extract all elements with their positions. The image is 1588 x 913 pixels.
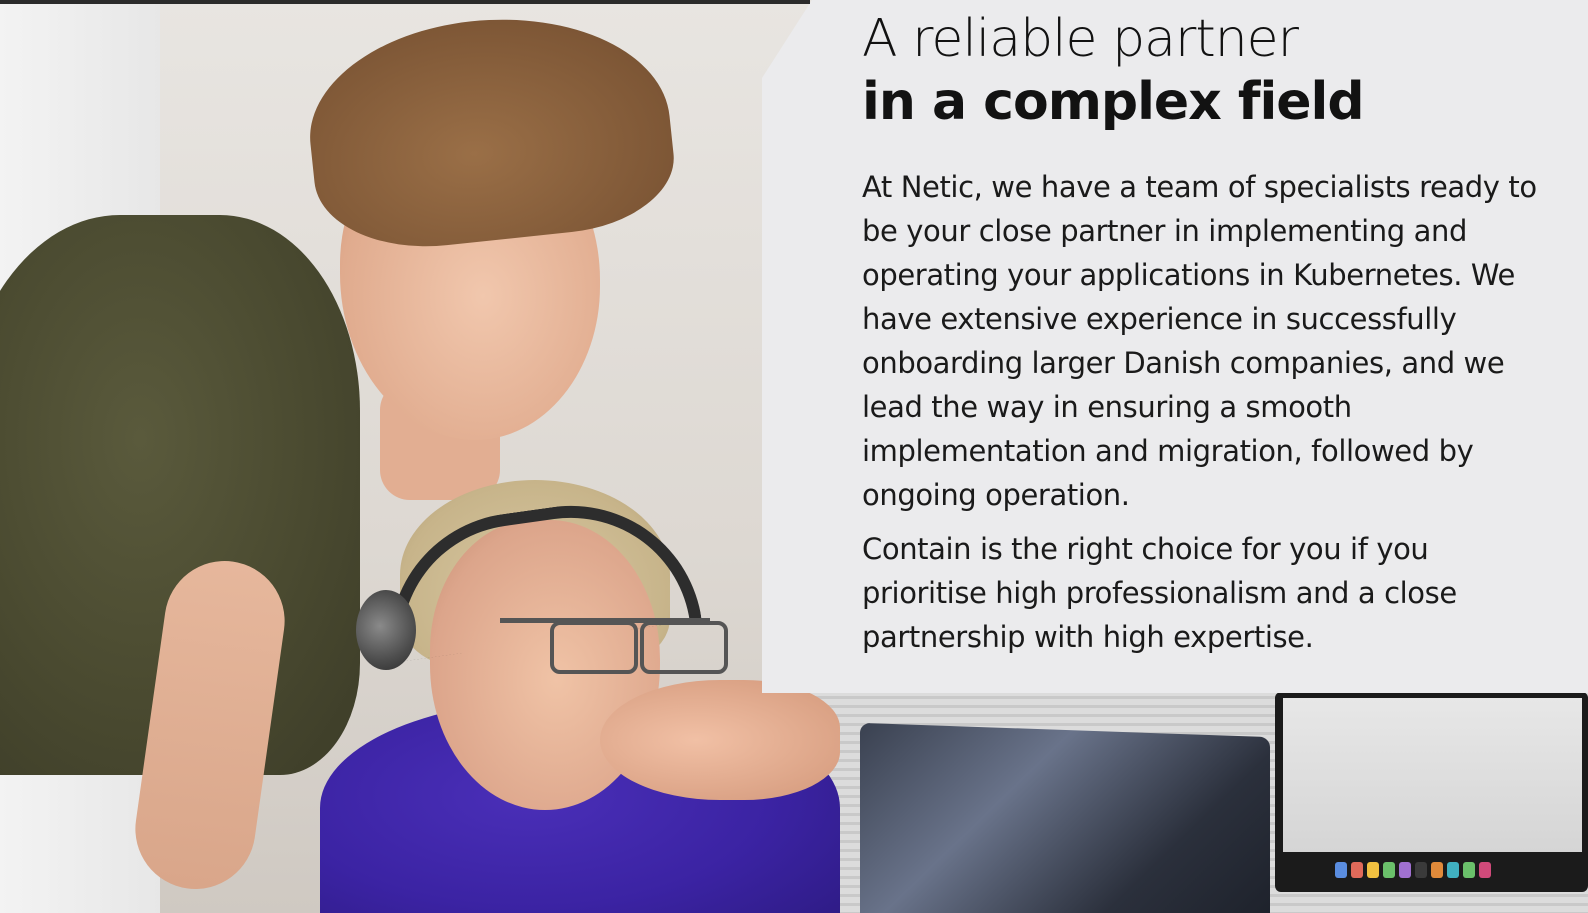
scroll-progress-bar [0,0,810,4]
page: A reliable partner in a complex field At… [0,0,1588,913]
photo-glasses [500,618,728,674]
photo-headset-earcup [356,590,416,670]
photo-monitor [1275,692,1588,892]
photo-standing-person-hair [299,1,681,259]
photo-laptop [860,722,1270,913]
section-body: At Netic, we have a team of specialists … [862,165,1542,669]
photo-monitor-dock [1335,862,1495,882]
body-paragraph-2: Contain is the right choice for you if y… [862,532,1457,654]
body-paragraph-1: At Netic, we have a team of specialists … [862,170,1537,512]
section-headline: A reliable partner in a complex field [862,8,1365,135]
headline-line-2: in a complex field [862,72,1365,133]
photo-monitor-screen [1283,698,1582,852]
headline-line-1: A reliable partner [862,9,1299,69]
photo-hand [600,680,840,800]
